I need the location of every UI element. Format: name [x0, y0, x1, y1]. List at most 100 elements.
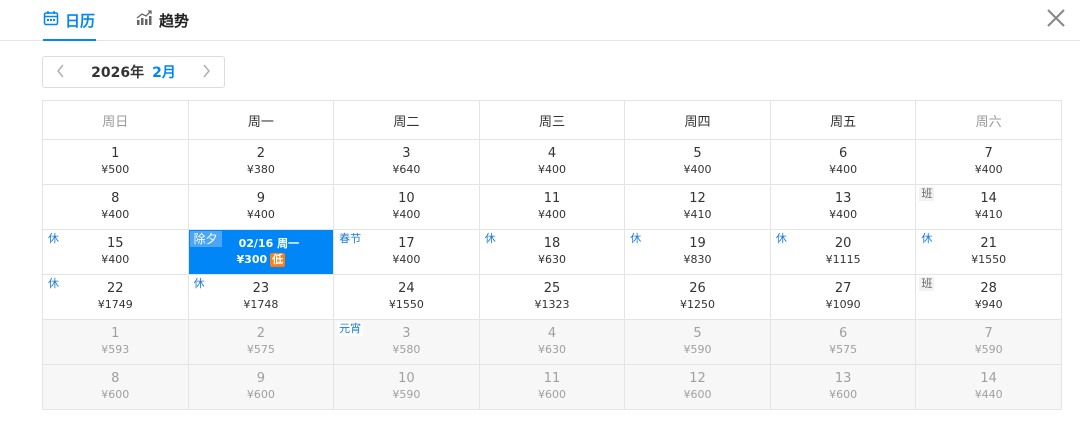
- calendar-day-cell-next-month[interactable]: 11 ¥600: [478, 364, 626, 410]
- day-number: 24: [398, 281, 415, 296]
- calendar-day-cell[interactable]: 9 ¥400: [187, 184, 335, 230]
- holiday-tag: 休: [482, 232, 498, 246]
- calendar-day-cell[interactable]: 1 ¥500: [42, 139, 189, 185]
- calendar-day-cell-next-month[interactable]: 13 ¥600: [769, 364, 917, 410]
- calendar-day-cell[interactable]: 6 ¥400: [769, 139, 917, 185]
- holiday-tag: 休: [628, 232, 644, 246]
- day-price: ¥400: [101, 208, 130, 221]
- day-number: 1: [111, 326, 120, 341]
- day-number: 3: [402, 146, 411, 161]
- day-price: ¥1250: [680, 298, 716, 311]
- holiday-tag: 休: [191, 277, 207, 291]
- holiday-tag: 元宵: [337, 322, 364, 336]
- next-month-button[interactable]: [190, 57, 222, 87]
- calendar-day-cell[interactable]: 8 ¥400: [42, 184, 189, 230]
- calendar-day-cell-next-month[interactable]: 5 ¥590: [624, 319, 771, 365]
- calendar-body: 1 ¥500 2 ¥380 3 ¥640 4 ¥400 5 ¥400 6 ¥400 7 ¥400 8 ¥400…: [42, 139, 1062, 410]
- calendar-day-cell[interactable]: 休 18 ¥630: [478, 229, 626, 275]
- day-price: ¥1749: [97, 298, 133, 311]
- day-price: ¥575: [829, 343, 858, 356]
- tab-trend[interactable]: 趋势: [136, 0, 189, 40]
- day-price: ¥400: [392, 208, 421, 221]
- day-number: 13: [834, 371, 852, 386]
- day-price: ¥500: [101, 163, 130, 176]
- tab-calendar-label: 日历: [65, 11, 96, 30]
- calendar-day-cell[interactable]: 休 20 ¥1115: [769, 229, 917, 275]
- calendar-day-cell[interactable]: 班 14 ¥410: [915, 184, 1062, 230]
- day-number: 9: [256, 191, 265, 206]
- calendar-day-cell-next-month[interactable]: 1 ¥593: [42, 319, 189, 365]
- calendar-day-cell-next-month[interactable]: 9 ¥600: [187, 364, 335, 410]
- calendar-week-row: 8 ¥600 9 ¥600 10 ¥590 11 ¥600 12 ¥600 13 ¥600 14 ¥440: [42, 364, 1062, 410]
- month-label: 2月: [152, 65, 176, 81]
- calendar-day-cell[interactable]: 4 ¥400: [478, 139, 626, 185]
- day-price: ¥600: [246, 388, 275, 401]
- day-number: 12: [689, 191, 706, 206]
- day-price: ¥400: [974, 163, 1003, 176]
- day-price: ¥1090: [825, 298, 861, 311]
- calendar-day-cell[interactable]: 休 22 ¥1749: [42, 274, 189, 320]
- day-number: 2: [256, 326, 265, 341]
- calendar-day-cell-next-month[interactable]: 8 ¥600: [42, 364, 189, 410]
- day-number: 11: [543, 371, 561, 386]
- calendar-day-cell[interactable]: 休 23 ¥1748: [187, 274, 335, 320]
- day-number: 5: [693, 146, 702, 161]
- calendar-day-cell[interactable]: 班 28 ¥940: [915, 274, 1062, 320]
- calendar-day-cell[interactable]: 5 ¥400: [624, 139, 771, 185]
- day-number: 23: [252, 281, 270, 296]
- calendar-grid: 周日 周一 周二 周三 周四 周五 周六 1 ¥500 2 ¥380 3 ¥640 4 ¥40…: [42, 100, 1062, 410]
- day-price: ¥640: [392, 163, 421, 176]
- calendar-day-cell[interactable]: 27 ¥1090: [769, 274, 917, 320]
- calendar-day-cell-next-month[interactable]: 14 ¥440: [915, 364, 1062, 410]
- day-price: ¥1323: [534, 298, 570, 311]
- day-price: ¥400: [683, 163, 712, 176]
- calendar-day-cell-next-month[interactable]: 2 ¥575: [187, 319, 335, 365]
- calendar-day-cell[interactable]: 24 ¥1550: [333, 274, 480, 320]
- weekday-header: 周二: [333, 100, 480, 140]
- calendar-week-row: 1 ¥593 2 ¥575 元宵 3 ¥580 4 ¥630 5 ¥590 6 ¥575 7 ¥590: [42, 319, 1062, 365]
- calendar-day-cell-next-month[interactable]: 4 ¥630: [478, 319, 626, 365]
- calendar-day-cell-next-month[interactable]: 元宵 3 ¥580: [333, 319, 480, 365]
- holiday-tag: 春节: [337, 232, 364, 246]
- calendar-day-cell[interactable]: 休 21 ¥1550: [915, 229, 1062, 275]
- day-price: ¥400: [246, 208, 275, 221]
- day-number: 9: [256, 371, 265, 386]
- day-price: ¥575: [246, 343, 275, 356]
- calendar-day-cell[interactable]: 休 15 ¥400: [42, 229, 189, 275]
- day-number: 7: [984, 146, 993, 161]
- workday-tag: 班: [919, 187, 935, 201]
- calendar-day-cell-next-month[interactable]: 10 ¥590: [333, 364, 480, 410]
- day-number: 7: [984, 326, 993, 341]
- day-number: 21: [980, 236, 997, 251]
- day-price: ¥400: [392, 253, 421, 266]
- calendar-day-cell[interactable]: 春节 17 ¥400: [333, 229, 480, 275]
- calendar-day-cell[interactable]: 13 ¥400: [769, 184, 917, 230]
- tab-bar: 日历 趋势: [0, 0, 1080, 41]
- calendar-day-cell[interactable]: 7 ¥400: [915, 139, 1062, 185]
- calendar-day-cell[interactable]: 12 ¥410: [624, 184, 771, 230]
- day-price: ¥1550: [971, 253, 1007, 266]
- calendar-day-cell[interactable]: 休 19 ¥830: [624, 229, 771, 275]
- weekday-header: 周一: [187, 100, 335, 140]
- day-number: 14: [980, 371, 997, 386]
- day-price: ¥1748: [243, 298, 279, 311]
- calendar-day-cell-next-month[interactable]: 7 ¥590: [915, 319, 1062, 365]
- close-icon[interactable]: [1044, 6, 1068, 30]
- calendar-day-cell-next-month[interactable]: 6 ¥575: [769, 319, 917, 365]
- day-number: 1: [111, 146, 120, 161]
- calendar-day-cell-selected[interactable]: 除夕 02/16 周一 ¥300 低: [187, 229, 335, 275]
- day-price: ¥410: [683, 208, 712, 221]
- calendar-day-cell[interactable]: 26 ¥1250: [624, 274, 771, 320]
- calendar-day-cell[interactable]: 3 ¥640: [333, 139, 480, 185]
- calendar-day-cell[interactable]: 25 ¥1323: [478, 274, 626, 320]
- calendar-day-cell[interactable]: 10 ¥400: [333, 184, 480, 230]
- tab-trend-label: 趋势: [159, 11, 190, 30]
- holiday-tag: 休: [773, 232, 789, 246]
- calendar-day-cell[interactable]: 11 ¥400: [478, 184, 626, 230]
- day-price: ¥600: [537, 388, 566, 401]
- calendar-day-cell[interactable]: 2 ¥380: [187, 139, 335, 185]
- calendar-day-cell-next-month[interactable]: 12 ¥600: [624, 364, 771, 410]
- tab-calendar[interactable]: 日历: [43, 0, 96, 41]
- day-price: ¥630: [537, 253, 566, 266]
- year-label: 2026年: [91, 65, 145, 81]
